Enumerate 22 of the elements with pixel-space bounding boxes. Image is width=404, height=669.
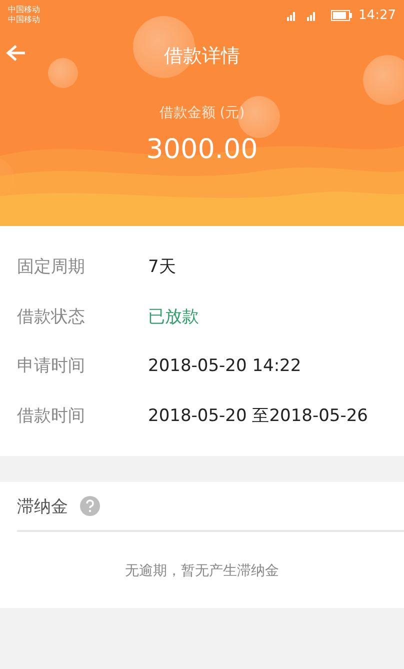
detail-value: 2018-05-20 至2018-05-26 bbox=[148, 404, 368, 427]
detail-value: 已放款 bbox=[148, 306, 199, 328]
help-icon[interactable] bbox=[80, 496, 100, 516]
late-fee-message: 无逾期，暂无产生滞纳金 bbox=[125, 562, 279, 581]
detail-value: 2018-05-20 14:22 bbox=[148, 356, 302, 376]
detail-label: 固定周期 bbox=[17, 256, 86, 278]
bubble-decoration bbox=[238, 96, 280, 138]
clock-time: 14:27 bbox=[358, 8, 396, 22]
detail-label: 借款时间 bbox=[17, 404, 86, 427]
carrier-label: 中国移动 bbox=[8, 15, 40, 25]
back-arrow-icon bbox=[6, 44, 26, 62]
detail-value: 7天 bbox=[148, 256, 176, 278]
late-fee-title: 滞纳金 bbox=[17, 496, 68, 518]
detail-label: 申请时间 bbox=[17, 355, 86, 378]
bubble-decoration bbox=[363, 55, 404, 105]
detail-label: 借款状态 bbox=[17, 306, 86, 328]
page-title: 借款详情 bbox=[164, 44, 240, 69]
bubble-decoration bbox=[48, 58, 78, 88]
loan-amount: 3000.00 bbox=[146, 134, 258, 165]
amount-label: 借款金额 (元) bbox=[159, 104, 245, 122]
carrier-label: 中国移动 bbox=[8, 5, 40, 15]
battery-icon bbox=[330, 10, 353, 20]
